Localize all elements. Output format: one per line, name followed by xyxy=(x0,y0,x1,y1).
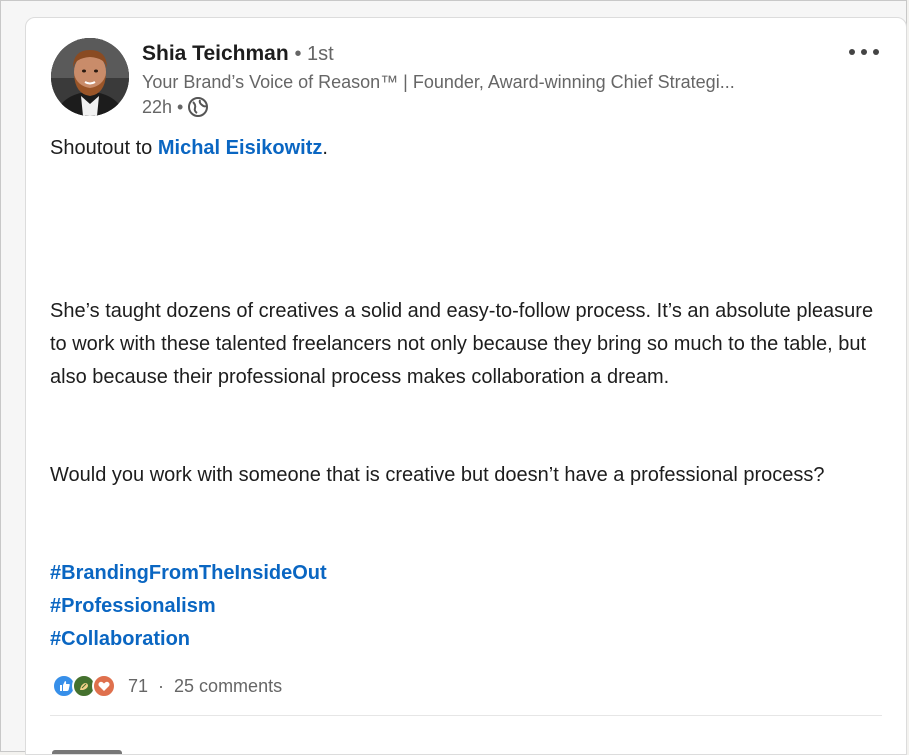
reaction-count[interactable]: 71 xyxy=(128,676,148,697)
post-meta: 22h • xyxy=(142,96,209,118)
author-name[interactable]: Shia Teichman xyxy=(142,42,289,65)
author-headline: Your Brand’s Voice of Reason™ | Founder,… xyxy=(142,72,735,92)
count-separator: · xyxy=(158,675,165,696)
divider xyxy=(50,715,882,716)
social-counts: 71 · 25 comments xyxy=(52,674,282,698)
author-name-line[interactable]: Shia Teichman • 1st xyxy=(142,42,334,66)
post-time: 22h • xyxy=(142,96,184,117)
love-icon[interactable] xyxy=(92,674,116,698)
screenshot-frame: Shia Teichman • 1st Your Brand’s Voice o… xyxy=(0,0,907,755)
connection-degree: • 1st xyxy=(294,43,334,65)
intro-suffix: . xyxy=(322,137,328,159)
globe-icon xyxy=(187,96,209,118)
hashtag-list: #BrandingFromTheInsideOut #Professionali… xyxy=(50,557,890,656)
comments-count[interactable]: 25 comments xyxy=(174,676,282,697)
post-paragraph-1: She’s taught dozens of creatives a solid… xyxy=(50,300,874,388)
intro-prefix: Shoutout to xyxy=(50,137,158,159)
hashtag-link[interactable]: #Collaboration xyxy=(50,623,890,656)
hashtag-link[interactable]: #Professionalism xyxy=(50,590,890,623)
avatar-photo xyxy=(51,38,129,116)
more-horizontal-icon[interactable] xyxy=(846,42,882,62)
post-intro: Shoutout to Michal Eisikowitz. xyxy=(50,132,890,165)
feed-post-card: Shia Teichman • 1st Your Brand’s Voice o… xyxy=(25,17,907,755)
mention-link[interactable]: Michal Eisikowitz xyxy=(158,137,322,159)
author-avatar[interactable] xyxy=(51,38,129,116)
post-paragraph-2: Would you work with someone that is crea… xyxy=(50,464,825,486)
cut-off-action-bar xyxy=(52,740,142,754)
hashtag-link[interactable]: #BrandingFromTheInsideOut xyxy=(50,557,890,590)
